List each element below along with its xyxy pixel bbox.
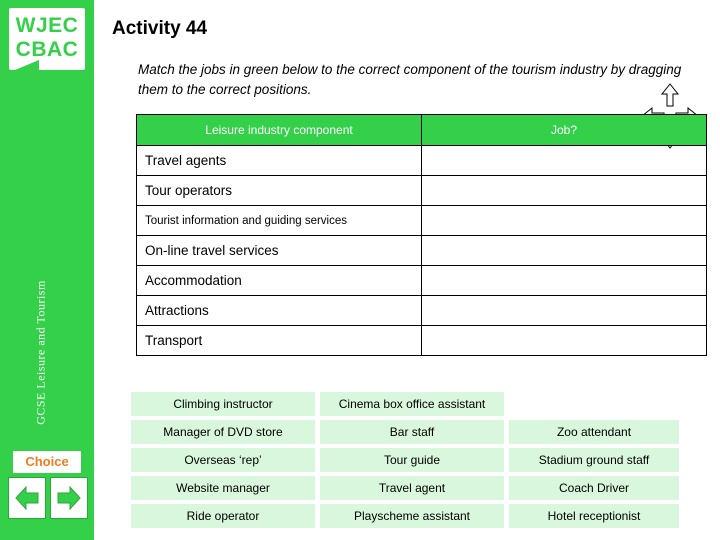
job-row: Climbing instructor Cinema box office as… — [130, 391, 690, 417]
component-attractions: Attractions — [136, 295, 422, 326]
job-tile-hotel-receptionist[interactable]: Hotel receptionist — [508, 503, 680, 529]
logo-wjec-text: WJEC — [15, 14, 79, 37]
table-header-row: Leisure industry component Job? — [136, 114, 707, 146]
component-travel-agents: Travel agents — [136, 145, 422, 176]
left-sidebar: WJEC CBAC GCSE Leisure and Tourism Choic… — [0, 0, 94, 540]
table-row: Tour operators — [136, 175, 707, 206]
component-transport: Transport — [136, 325, 422, 356]
left-arrow-icon — [15, 485, 39, 511]
up-arrow-icon — [660, 83, 680, 107]
table-row: Tourist information and guiding services — [136, 205, 707, 236]
table-row: Accommodation — [136, 265, 707, 296]
next-slide-button[interactable] — [50, 477, 88, 519]
job-tile-ride-operator[interactable]: Ride operator — [130, 503, 316, 529]
table-row: On-line travel services — [136, 235, 707, 266]
component-online-travel-services: On-line travel services — [136, 235, 422, 266]
job-row: Ride operator Playscheme assistant Hotel… — [130, 503, 690, 529]
job-tile-website-manager[interactable]: Website manager — [130, 475, 316, 501]
job-tile-stadium-ground-staff[interactable]: Stadium ground staff — [508, 447, 680, 473]
job-row: Overseas ‘rep’ Tour guide Stadium ground… — [130, 447, 690, 473]
job-tile-overseas-rep[interactable]: Overseas ‘rep’ — [130, 447, 316, 473]
matching-table: Leisure industry component Job? Travel a… — [136, 114, 707, 356]
job-tile-tour-guide[interactable]: Tour guide — [319, 447, 505, 473]
job-tile-zoo-attendant[interactable]: Zoo attendant — [508, 419, 680, 445]
header-job: Job? — [421, 114, 707, 146]
dropzone-tourist-information[interactable] — [421, 205, 707, 236]
job-tile-empty — [508, 391, 680, 417]
job-row: Manager of DVD store Bar staff Zoo atten… — [130, 419, 690, 445]
component-tourist-information: Tourist information and guiding services — [136, 205, 422, 236]
right-arrow-icon — [57, 485, 81, 511]
page-title: Activity 44 — [112, 18, 208, 39]
instruction-text: Match the jobs in green below to the cor… — [138, 62, 682, 97]
job-tile-bar-staff[interactable]: Bar staff — [319, 419, 505, 445]
job-tiles-area: Climbing instructor Cinema box office as… — [130, 391, 690, 531]
table-row: Attractions — [136, 295, 707, 326]
dropzone-online-travel-services[interactable] — [421, 235, 707, 266]
table-row: Travel agents — [136, 145, 707, 176]
logo-swoosh-icon — [15, 60, 39, 70]
wjec-cbac-logo: WJEC CBAC — [9, 8, 85, 70]
job-row: Website manager Travel agent Coach Drive… — [130, 475, 690, 501]
job-tile-coach-driver[interactable]: Coach Driver — [508, 475, 680, 501]
job-tile-climbing-instructor[interactable]: Climbing instructor — [130, 391, 316, 417]
job-tile-travel-agent[interactable]: Travel agent — [319, 475, 505, 501]
course-title-vertical: GCSE Leisure and Tourism — [33, 280, 48, 425]
component-accommodation: Accommodation — [136, 265, 422, 296]
previous-slide-button[interactable] — [8, 477, 46, 519]
table-row: Transport — [136, 325, 707, 356]
header-component: Leisure industry component — [136, 114, 422, 146]
job-tile-manager-of-dvd-store[interactable]: Manager of DVD store — [130, 419, 316, 445]
dropzone-travel-agents[interactable] — [421, 145, 707, 176]
job-tile-playscheme-assistant[interactable]: Playscheme assistant — [319, 503, 505, 529]
dropzone-transport[interactable] — [421, 325, 707, 356]
dropzone-attractions[interactable] — [421, 295, 707, 326]
choice-button[interactable]: Choice — [13, 451, 81, 473]
logo-cbac-text: CBAC — [15, 38, 79, 61]
component-tour-operators: Tour operators — [136, 175, 422, 206]
job-tile-cinema-box-office-assistant[interactable]: Cinema box office assistant — [319, 391, 505, 417]
dropzone-accommodation[interactable] — [421, 265, 707, 296]
dropzone-tour-operators[interactable] — [421, 175, 707, 206]
